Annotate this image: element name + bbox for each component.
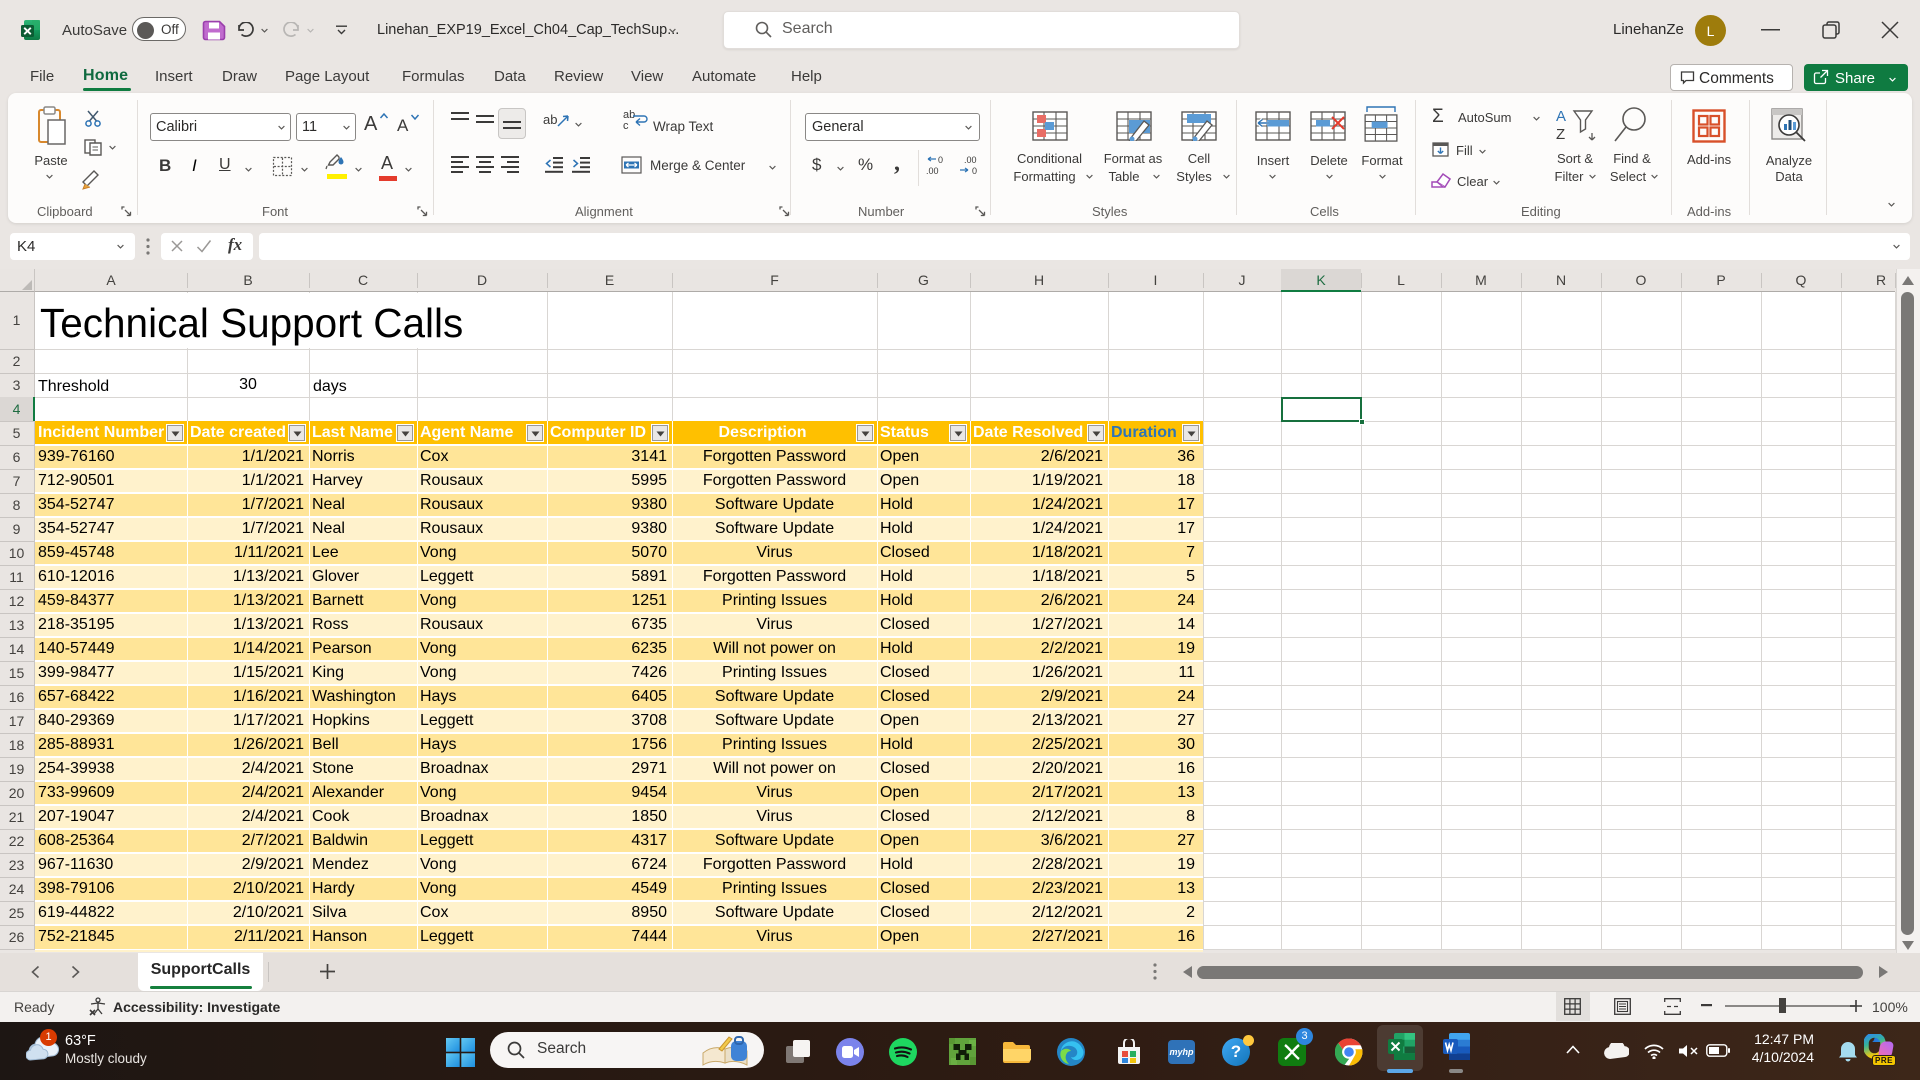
svg-text:.00: .00 (926, 166, 939, 175)
svg-text:Z: Z (1556, 126, 1565, 143)
svg-text:0: 0 (972, 166, 977, 175)
svg-text:0: 0 (938, 155, 943, 165)
svg-text:A: A (1556, 108, 1566, 125)
svg-text:.00: .00 (964, 155, 977, 165)
